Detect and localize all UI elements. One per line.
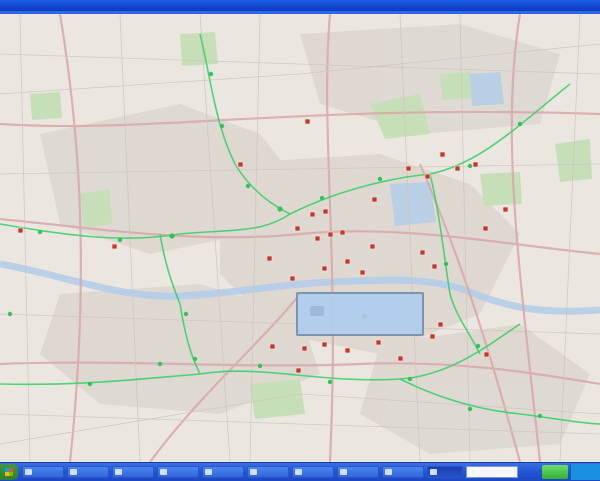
- window-icon: [205, 469, 212, 475]
- window-icon: [430, 469, 437, 475]
- location-marker[interactable]: [327, 231, 334, 238]
- location-marker[interactable]: [397, 355, 404, 362]
- window-title-bar[interactable]: [0, 0, 600, 14]
- window-icon: [25, 469, 32, 475]
- location-marker[interactable]: [321, 265, 328, 272]
- location-marker[interactable]: [371, 196, 378, 203]
- location-marker[interactable]: [431, 263, 438, 270]
- location-marker[interactable]: [304, 118, 311, 125]
- location-marker[interactable]: [321, 341, 328, 348]
- taskbar-button[interactable]: [337, 466, 379, 478]
- location-marker[interactable]: [295, 367, 302, 374]
- system-tray[interactable]: [570, 464, 600, 480]
- window-icon: [160, 469, 167, 475]
- taskbar-button[interactable]: [292, 466, 334, 478]
- location-marker[interactable]: [309, 211, 316, 218]
- tray-status-button[interactable]: [542, 465, 568, 479]
- location-marker[interactable]: [502, 206, 509, 213]
- start-button[interactable]: [0, 464, 18, 480]
- location-marker[interactable]: [359, 269, 366, 276]
- location-marker[interactable]: [269, 343, 276, 350]
- window-icon: [385, 469, 392, 475]
- window-icon: [70, 469, 77, 475]
- windows-flag-icon: [5, 468, 13, 476]
- location-marker[interactable]: [483, 351, 490, 358]
- location-marker[interactable]: [454, 165, 461, 172]
- location-marker[interactable]: [429, 333, 436, 340]
- location-marker[interactable]: [294, 225, 301, 232]
- location-marker[interactable]: [322, 208, 329, 215]
- map-info-box[interactable]: [296, 292, 424, 336]
- location-marker[interactable]: [419, 249, 426, 256]
- window-icon: [295, 469, 302, 475]
- taskbar-button[interactable]: [382, 466, 424, 478]
- taskbar: [0, 462, 600, 481]
- map-view[interactable]: [0, 14, 600, 462]
- location-marker[interactable]: [424, 173, 431, 180]
- location-marker[interactable]: [344, 347, 351, 354]
- taskbar-button[interactable]: [22, 466, 64, 478]
- taskbar-button[interactable]: [247, 466, 289, 478]
- location-marker[interactable]: [237, 161, 244, 168]
- location-marker[interactable]: [369, 243, 376, 250]
- map-canvas[interactable]: [0, 14, 600, 462]
- location-marker[interactable]: [289, 275, 296, 282]
- location-marker[interactable]: [339, 229, 346, 236]
- location-marker[interactable]: [111, 243, 118, 250]
- location-marker[interactable]: [437, 321, 444, 328]
- location-marker[interactable]: [375, 339, 382, 346]
- location-marker[interactable]: [472, 161, 479, 168]
- window-icon: [340, 469, 347, 475]
- window-icon: [115, 469, 122, 475]
- location-marker[interactable]: [439, 151, 446, 158]
- taskbar-button[interactable]: [112, 466, 154, 478]
- location-marker[interactable]: [301, 345, 308, 352]
- map-label-icon: [310, 306, 324, 316]
- location-marker[interactable]: [482, 225, 489, 232]
- location-marker[interactable]: [344, 258, 351, 265]
- taskbar-button[interactable]: [67, 466, 109, 478]
- window-icon: [250, 469, 257, 475]
- taskbar-button[interactable]: [202, 466, 244, 478]
- taskbar-button-active[interactable]: [427, 466, 463, 478]
- location-marker[interactable]: [314, 235, 321, 242]
- taskbar-search-field[interactable]: [466, 466, 518, 478]
- location-marker[interactable]: [266, 255, 273, 262]
- location-marker[interactable]: [405, 165, 412, 172]
- taskbar-button[interactable]: [157, 466, 199, 478]
- location-marker[interactable]: [17, 227, 24, 234]
